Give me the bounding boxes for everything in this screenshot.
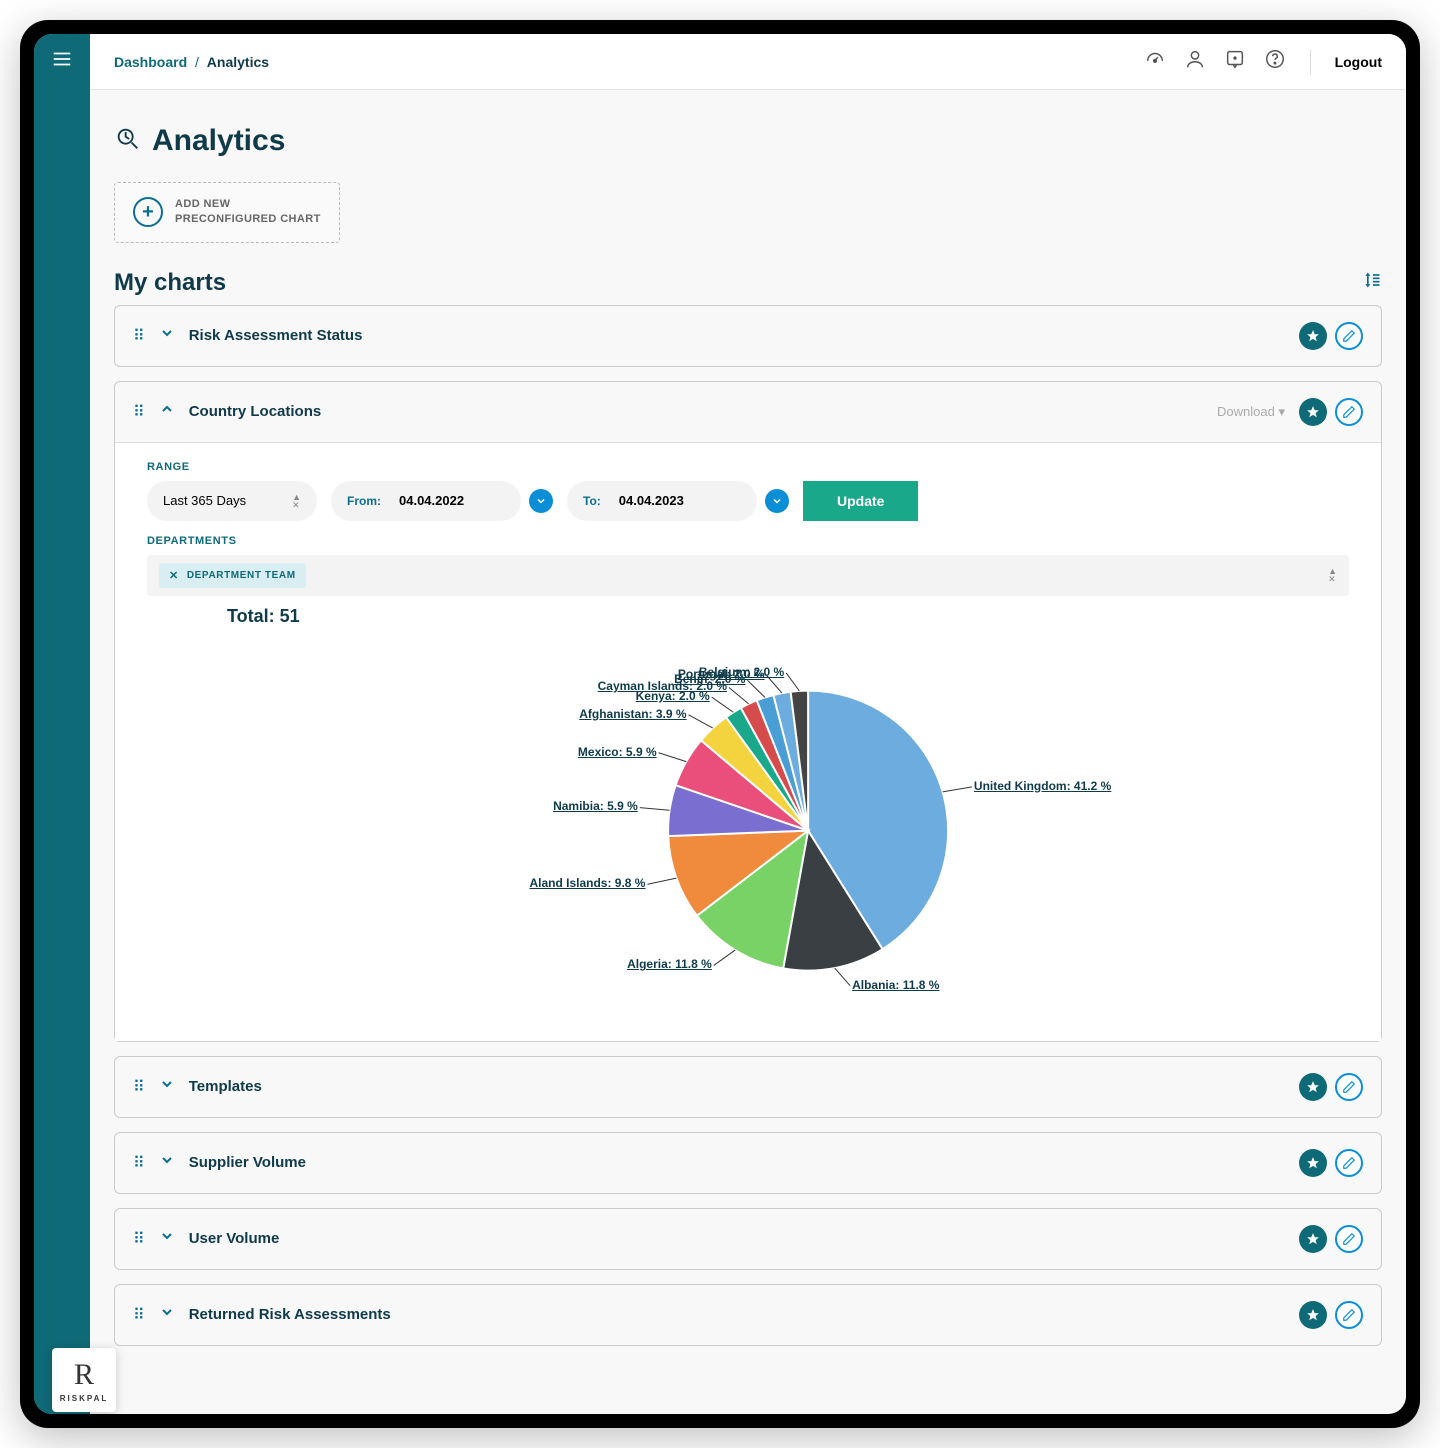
drag-handle-icon[interactable]: ⠿ bbox=[133, 326, 145, 346]
gauge-icon[interactable] bbox=[1144, 48, 1166, 75]
chevron-down-icon[interactable] bbox=[159, 1304, 175, 1325]
chevron-down-icon[interactable] bbox=[159, 1228, 175, 1249]
chart-panel: ⠿ Risk Assessment Status bbox=[114, 305, 1382, 367]
drag-handle-icon[interactable]: ⠿ bbox=[133, 1077, 145, 1097]
edit-button[interactable] bbox=[1335, 322, 1363, 350]
range-select[interactable]: Last 365 Days ▲✕ bbox=[147, 481, 317, 521]
pie-chart: United Kingdom: 41.2 % Albania: 11.8 % Alg… bbox=[147, 633, 1349, 1013]
chart-title: Templates bbox=[189, 1078, 1285, 1095]
from-date: From: 04.04.2022 bbox=[331, 481, 521, 521]
pie-total: Total: 51 bbox=[227, 606, 1349, 627]
chevron-up-icon[interactable] bbox=[159, 401, 175, 422]
edit-button[interactable] bbox=[1335, 398, 1363, 426]
analytics-icon bbox=[114, 125, 142, 158]
plus-icon: + bbox=[133, 197, 163, 227]
chevron-down-icon[interactable] bbox=[159, 1152, 175, 1173]
help-icon[interactable] bbox=[1264, 48, 1286, 75]
pie-slice-label: Mexico: 5.9 % bbox=[578, 745, 657, 759]
star-button[interactable] bbox=[1299, 322, 1327, 350]
logout-link[interactable]: Logout bbox=[1335, 54, 1382, 70]
breadcrumb-current: Analytics bbox=[207, 54, 269, 70]
sidebar bbox=[34, 34, 90, 1414]
pie-slice-label: Albania: 11.8 % bbox=[852, 978, 939, 992]
edit-button[interactable] bbox=[1335, 1149, 1363, 1177]
to-date: To: 04.04.2023 bbox=[567, 481, 757, 521]
chart-title: Country Locations bbox=[189, 403, 1203, 420]
pie-slice-label: United Kingdom: 41.2 % bbox=[974, 779, 1111, 793]
pie-slice-label: Algeria: 11.8 % bbox=[627, 957, 712, 971]
brand-logo: R RISKPAL bbox=[52, 1348, 116, 1412]
chevron-down-icon[interactable] bbox=[159, 325, 175, 346]
star-button[interactable] bbox=[1299, 1073, 1327, 1101]
section-title: My charts bbox=[114, 269, 226, 297]
star-button[interactable] bbox=[1299, 398, 1327, 426]
edit-button[interactable] bbox=[1335, 1225, 1363, 1253]
drag-handle-icon[interactable]: ⠿ bbox=[133, 1229, 145, 1249]
stepper-icon: ▲✕ bbox=[1328, 567, 1337, 583]
pie-slice-label: Belgium: 2.0 % bbox=[699, 665, 784, 679]
stepper-icon: ▲✕ bbox=[292, 493, 301, 509]
menu-icon[interactable] bbox=[51, 48, 73, 75]
star-button[interactable] bbox=[1299, 1149, 1327, 1177]
pie-slice-label: Namibia: 5.9 % bbox=[553, 799, 638, 813]
chart-title: Returned Risk Assessments bbox=[189, 1306, 1285, 1323]
chart-panel: ⠿ Returned Risk Assessments bbox=[114, 1284, 1382, 1346]
star-button[interactable] bbox=[1299, 1225, 1327, 1253]
chart-title: Risk Assessment Status bbox=[189, 327, 1285, 344]
dept-label: DEPARTMENTS bbox=[147, 535, 1349, 547]
breadcrumb-parent[interactable]: Dashboard bbox=[114, 54, 187, 70]
chart-title: User Volume bbox=[189, 1230, 1285, 1247]
topbar: Dashboard / Analytics Logout bbox=[90, 34, 1406, 90]
chart-panel: ⠿ User Volume bbox=[114, 1208, 1382, 1270]
chevron-down-icon[interactable] bbox=[159, 1076, 175, 1097]
sort-icon[interactable] bbox=[1362, 269, 1382, 297]
note-icon[interactable] bbox=[1224, 48, 1246, 75]
remove-chip-icon[interactable]: ✕ bbox=[169, 569, 179, 582]
dept-chip[interactable]: ✕DEPARTMENT TEAM bbox=[159, 563, 306, 588]
drag-handle-icon[interactable]: ⠿ bbox=[133, 1153, 145, 1173]
edit-button[interactable] bbox=[1335, 1073, 1363, 1101]
to-date-picker[interactable] bbox=[765, 489, 789, 513]
star-button[interactable] bbox=[1299, 1301, 1327, 1329]
drag-handle-icon[interactable]: ⠿ bbox=[133, 1305, 145, 1325]
drag-handle-icon[interactable]: ⠿ bbox=[133, 402, 145, 422]
dept-select[interactable]: ✕DEPARTMENT TEAM ▲✕ bbox=[147, 555, 1349, 596]
chart-panel: ⠿ Templates bbox=[114, 1056, 1382, 1118]
pie-slice-label: Aland Islands: 9.8 % bbox=[529, 876, 645, 890]
update-button[interactable]: Update bbox=[803, 481, 918, 521]
add-chart-button[interactable]: + ADD NEW PRECONFIGURED CHART bbox=[114, 182, 340, 243]
chart-panel-country-locations: ⠿ Country Locations Download ▾ RANGE bbox=[114, 381, 1382, 1042]
download-link[interactable]: Download ▾ bbox=[1217, 404, 1285, 420]
breadcrumb: Dashboard / Analytics bbox=[114, 54, 269, 70]
edit-button[interactable] bbox=[1335, 1301, 1363, 1329]
range-label: RANGE bbox=[147, 461, 1349, 473]
from-date-picker[interactable] bbox=[529, 489, 553, 513]
page-title: Analytics bbox=[152, 124, 285, 158]
pie-slice-label: Afghanistan: 3.9 % bbox=[579, 707, 686, 721]
chart-title: Supplier Volume bbox=[189, 1154, 1285, 1171]
chart-panel: ⠿ Supplier Volume bbox=[114, 1132, 1382, 1194]
user-icon[interactable] bbox=[1184, 48, 1206, 75]
